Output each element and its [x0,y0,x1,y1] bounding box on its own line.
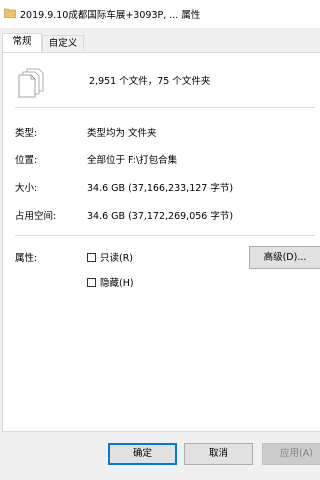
readonly-checkbox-row[interactable]: 只读(R) [87,250,133,264]
divider [15,107,315,108]
folder-icon [4,8,16,18]
window-title: 2019.9.10成都国际车展+3093P, ... 属性 [20,10,201,21]
attributes-label: 属性: [15,253,38,264]
type-value: 类型均为 文件夹 [87,128,157,139]
tab-general[interactable]: 常规 [2,33,42,52]
size-label: 大小: [15,183,38,194]
readonly-label[interactable]: 只读(R) [100,250,133,264]
hidden-checkbox[interactable] [87,277,96,287]
title-bar: 2019.9.10成都国际车展+3093P, ... 属性 [0,0,320,28]
type-label: 类型: [15,128,38,139]
tab-custom[interactable]: 自定义 [42,35,84,51]
advanced-button[interactable]: 高级(D)... [249,246,320,269]
readonly-checkbox[interactable] [87,252,96,262]
general-panel: 2,951 个文件，75 个文件夹 类型: 类型均为 文件夹 位置: 全部位于 … [2,52,320,432]
location-label: 位置: [15,155,38,166]
file-count-summary: 2,951 个文件，75 个文件夹 [89,76,211,87]
hidden-label[interactable]: 隐藏(H) [100,275,134,289]
divider [15,235,315,236]
size-on-disk-value: 34.6 GB (37,172,269,056 字节) [87,211,234,222]
multiple-files-icon [18,68,44,98]
apply-button[interactable]: 应用(A) [262,443,320,465]
location-value: 全部位于 F:\打包合集 [87,155,178,166]
size-on-disk-label: 占用空间: [15,211,57,222]
hidden-checkbox-row[interactable]: 隐藏(H) [87,275,134,289]
size-value: 34.6 GB (37,166,233,127 字节) [87,183,234,194]
ok-button[interactable]: 确定 [108,443,177,465]
cancel-button[interactable]: 取消 [184,443,253,465]
tab-strip: 常规 自定义 [0,28,320,52]
